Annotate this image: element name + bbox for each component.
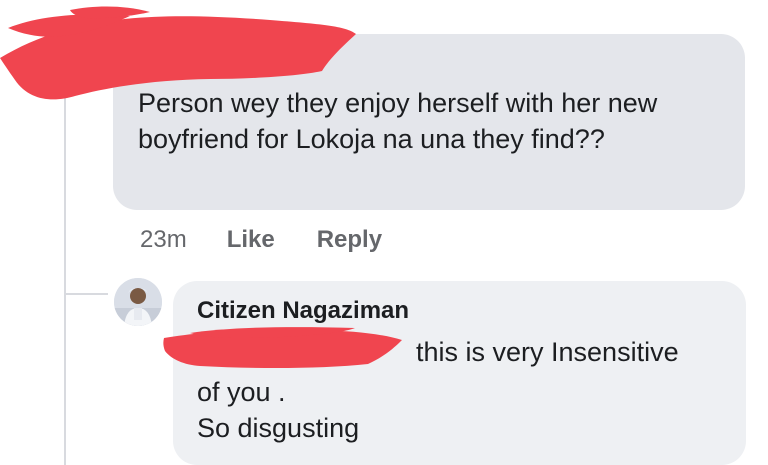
top-redaction-wisp-2 (70, 6, 150, 19)
reply-connector-line (64, 293, 108, 295)
reply-text: of you . So disgusting (197, 374, 717, 446)
reply-text-line-1: this is very Insensitive (416, 337, 679, 367)
user-avatar-icon[interactable] (114, 278, 162, 326)
like-button[interactable]: Like (227, 226, 275, 254)
reply-text-line-2: of you . (197, 377, 286, 407)
comment-text: Person wey they enjoy herself with her n… (138, 88, 658, 154)
reply-author-name[interactable]: Citizen Nagaziman (197, 296, 409, 326)
thread-connector-line (64, 40, 66, 465)
comment-actions: 23m Like Reply (140, 222, 424, 258)
comment-timestamp[interactable]: 23m (140, 226, 187, 254)
top-redaction-wisp (8, 14, 130, 37)
reply-text-line-3: So disgusting (197, 413, 360, 443)
reply-button[interactable]: Reply (317, 226, 382, 254)
comment-thread: Person wey they enjoy herself with her n… (0, 0, 768, 465)
